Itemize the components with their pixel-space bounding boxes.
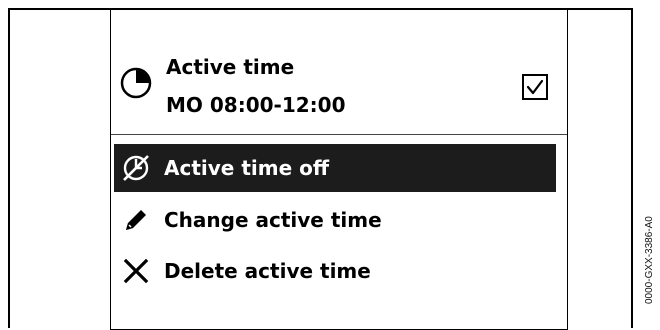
active-checkbox[interactable] — [521, 73, 549, 101]
active-time-schedule: MO 08:00-12:00 — [166, 93, 346, 117]
clock-off-icon — [123, 155, 149, 181]
close-icon — [123, 258, 149, 284]
menu-item-active-time-off[interactable]: Active time off — [114, 144, 556, 192]
clock-icon — [120, 67, 152, 99]
pencil-icon — [126, 210, 146, 230]
device-screen: Active time MO 08:00-12:00 Active time o… — [110, 10, 568, 330]
menu-item-delete-active-time[interactable]: Delete active time — [114, 247, 556, 295]
active-time-title: Active time — [166, 55, 295, 79]
menu-item-label: Active time off — [164, 156, 330, 180]
figure-code: 0000-GXX-3386-A0 — [644, 216, 655, 304]
active-time-header: Active time MO 08:00-12:00 — [111, 10, 567, 135]
figure-frame: Active time MO 08:00-12:00 Active time o… — [8, 8, 633, 330]
menu-item-label: Delete active time — [164, 259, 371, 283]
menu-item-label: Change active time — [164, 208, 382, 232]
menu-item-change-active-time[interactable]: Change active time — [114, 196, 556, 244]
